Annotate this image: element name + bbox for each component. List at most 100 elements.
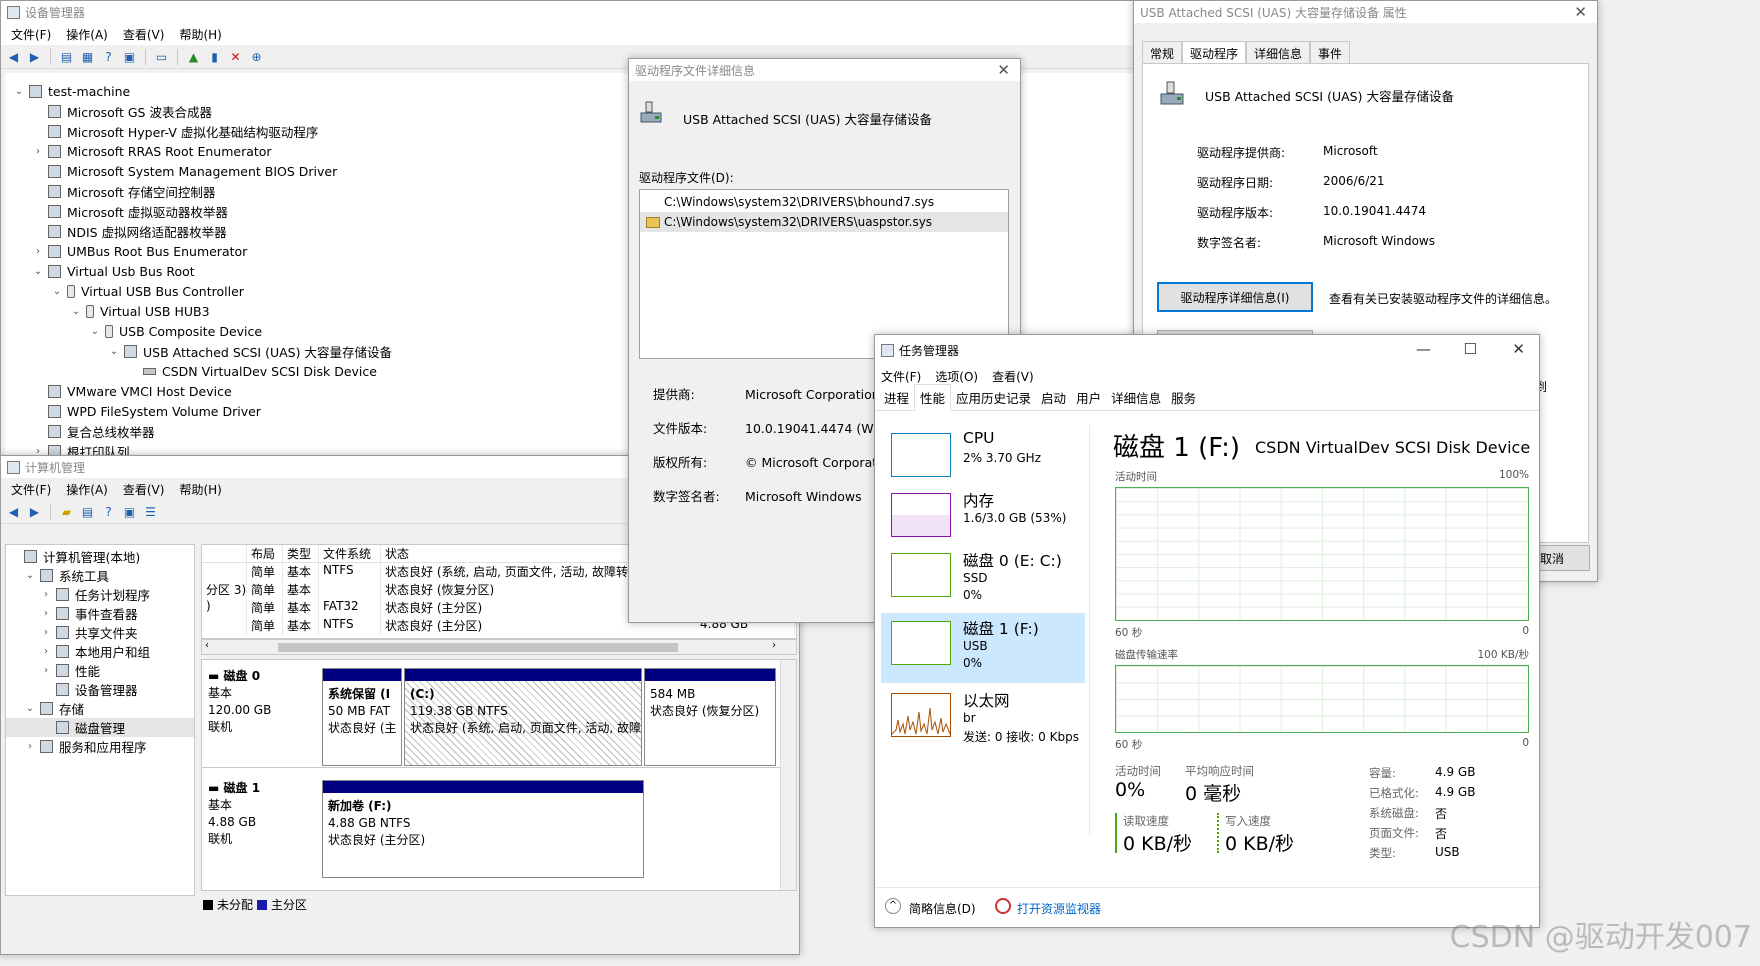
perf-item-memory[interactable]: 内存 1.6/3.0 GB (53%) [881, 485, 1085, 553]
perf-item-cpu[interactable]: CPU 2% 3.70 GHz [881, 425, 1085, 493]
properties-icon[interactable]: ▦ [79, 48, 96, 65]
nav-tree-item[interactable]: 磁盘管理 [6, 718, 194, 737]
help-icon[interactable]: ? [100, 503, 117, 520]
chevron-down-icon[interactable]: ⌄ [24, 570, 36, 581]
tab-details[interactable]: 详细信息 [1246, 41, 1311, 65]
open-resource-monitor-link[interactable]: 打开资源监视器 [1017, 900, 1101, 917]
show-hide-tree-icon[interactable]: ▤ [79, 503, 96, 520]
partition-f[interactable]: 新加卷 (F:) 4.88 GB NTFS 状态良好 (主分区) [322, 780, 644, 878]
chevron-right-icon[interactable]: › [40, 646, 52, 657]
partition-system-reserved[interactable]: 系统保留 (I 50 MB FAT 状态良好 (主 [322, 668, 402, 766]
back-arrow-icon[interactable]: ◀ [5, 48, 22, 65]
menu-action[interactable]: 操作(A) [66, 481, 108, 498]
nav-tree-item[interactable]: › 本地用户和组 [6, 642, 194, 661]
help-icon[interactable]: ? [100, 48, 117, 65]
maximize-icon[interactable]: ☐ [1464, 340, 1477, 358]
menu-view[interactable]: 查看(V) [123, 481, 165, 498]
update-driver-icon[interactable]: ▲ [185, 48, 202, 65]
scan-hardware-icon[interactable]: ▭ [153, 48, 170, 65]
nav-tree-item[interactable]: 设备管理器 [6, 680, 194, 699]
nav-tree-label: 服务和应用程序 [59, 740, 147, 755]
horizontal-scrollbar[interactable]: ‹ › [201, 639, 797, 655]
tab-services[interactable]: 服务 [1166, 385, 1201, 410]
chevron-down-icon[interactable]: ⌄ [32, 266, 44, 277]
nav-tree-item[interactable]: › 任务计划程序 [6, 585, 194, 604]
tab-details[interactable]: 详细信息 [1106, 385, 1166, 410]
forward-arrow-icon[interactable]: ▶ [26, 503, 43, 520]
scrollbar-thumb[interactable] [278, 643, 678, 652]
tab-events[interactable]: 事件 [1310, 41, 1351, 65]
nav-tree-item[interactable]: 计算机管理(本地) [6, 547, 194, 566]
chevron-right-icon[interactable]: › [40, 608, 52, 619]
tab-users[interactable]: 用户 [1071, 385, 1106, 410]
menu-action[interactable]: 操作(A) [66, 26, 108, 43]
column-header-layout[interactable]: 布局 [247, 545, 283, 562]
partition-name: 系统保留 (I [328, 687, 391, 701]
chevron-up-icon[interactable]: ^ [885, 898, 901, 914]
close-icon[interactable]: ✕ [997, 61, 1010, 79]
menu-view[interactable]: 查看(V) [992, 368, 1034, 385]
chevron-right-icon[interactable]: › [24, 741, 36, 752]
tab-performance[interactable]: 性能 [914, 384, 952, 411]
menu-help[interactable]: 帮助(H) [179, 26, 221, 43]
tab-processes[interactable]: 进程 [879, 385, 914, 410]
list-icon[interactable]: ☰ [142, 503, 159, 520]
driver-details-button[interactable]: 驱动程序详细信息(I) [1157, 282, 1313, 312]
tab-startup[interactable]: 启动 [1036, 385, 1071, 410]
fewer-details-link[interactable]: 简略信息(D) [909, 900, 976, 917]
perf-item-disk1[interactable]: 磁盘 1 (F:) USB 0% [881, 613, 1085, 683]
view-icon[interactable]: ▣ [121, 48, 138, 65]
scroll-right-icon[interactable]: › [772, 640, 776, 651]
chevron-right-icon[interactable]: › [32, 246, 44, 257]
tab-general[interactable]: 常规 [1142, 41, 1183, 65]
back-arrow-icon[interactable]: ◀ [5, 503, 22, 520]
view-icon[interactable]: ▣ [121, 503, 138, 520]
minimize-icon[interactable]: — [1416, 340, 1431, 358]
nav-tree-item[interactable]: › 共享文件夹 [6, 623, 194, 642]
nav-tree-item[interactable]: ⌄ 系统工具 [6, 566, 194, 585]
nav-tree-item[interactable]: › 事件查看器 [6, 604, 194, 623]
chevron-right-icon[interactable]: › [40, 665, 52, 676]
folder-up-icon[interactable]: ▰ [58, 503, 75, 520]
chevron-right-icon[interactable]: › [32, 146, 44, 157]
scroll-left-icon[interactable]: ‹ [205, 640, 209, 651]
nav-tree-item[interactable]: › 性能 [6, 661, 194, 680]
chevron-right-icon[interactable]: › [40, 627, 52, 638]
chevron-down-icon[interactable]: ⌄ [13, 86, 25, 97]
disable-device-icon[interactable]: ▮ [206, 48, 223, 65]
menu-options[interactable]: 选项(O) [935, 368, 978, 385]
partition-recovery[interactable]: 584 MB 状态良好 (恢复分区) [644, 668, 776, 766]
column-header-filesystem[interactable]: 文件系统 [319, 545, 381, 562]
chevron-down-icon[interactable]: ⌄ [24, 703, 36, 714]
tab-app-history[interactable]: 应用历史记录 [951, 385, 1036, 410]
menu-help[interactable]: 帮助(H) [179, 481, 221, 498]
disk-row-0[interactable]: ▬ 磁盘 0 基本 120.00 GB 联机 系统保留 (I 50 MB FAT… [202, 660, 780, 768]
download-icon[interactable]: ⊕ [248, 48, 265, 65]
column-header[interactable] [202, 545, 247, 562]
chevron-down-icon[interactable]: ⌄ [70, 306, 82, 317]
nav-tree-item[interactable]: ⌄ 存储 [6, 699, 194, 718]
chevron-down-icon[interactable]: ⌄ [108, 346, 120, 357]
show-hide-tree-icon[interactable]: ▤ [58, 48, 75, 65]
driver-file-item-selected[interactable]: C:\Windows\system32\DRIVERS\uaspstor.sys [640, 212, 1008, 232]
perf-item-ethernet[interactable]: 以太网 br 发送: 0 接收: 0 Kbps [881, 685, 1085, 753]
column-header-type[interactable]: 类型 [283, 545, 319, 562]
forward-arrow-icon[interactable]: ▶ [26, 48, 43, 65]
menu-file[interactable]: 文件(F) [11, 481, 51, 498]
menu-file[interactable]: 文件(F) [11, 26, 51, 43]
partition-c[interactable]: (C:) 119.38 GB NTFS 状态良好 (系统, 启动, 页面文件, … [404, 668, 642, 766]
chevron-right-icon[interactable]: › [40, 589, 52, 600]
vertical-scrollbar[interactable] [780, 660, 796, 890]
perf-item-disk0[interactable]: 磁盘 0 (E: C:) SSD 0% [881, 545, 1085, 613]
close-icon[interactable]: ✕ [1574, 3, 1587, 21]
uninstall-device-icon[interactable]: ✕ [227, 48, 244, 65]
driver-file-item[interactable]: C:\Windows\system32\DRIVERS\bhound7.sys [640, 192, 1008, 212]
close-icon[interactable]: ✕ [1512, 340, 1525, 358]
chevron-down-icon[interactable]: ⌄ [51, 286, 63, 297]
chevron-down-icon[interactable]: ⌄ [89, 326, 101, 337]
tab-driver[interactable]: 驱动程序 [1182, 41, 1247, 65]
disk-row-1[interactable]: ▬ 磁盘 1 基本 4.88 GB 联机 新加卷 (F:) 4.88 GB NT… [202, 772, 780, 880]
menu-file[interactable]: 文件(F) [881, 368, 921, 385]
menu-view[interactable]: 查看(V) [123, 26, 165, 43]
nav-tree-item[interactable]: › 服务和应用程序 [6, 737, 194, 756]
